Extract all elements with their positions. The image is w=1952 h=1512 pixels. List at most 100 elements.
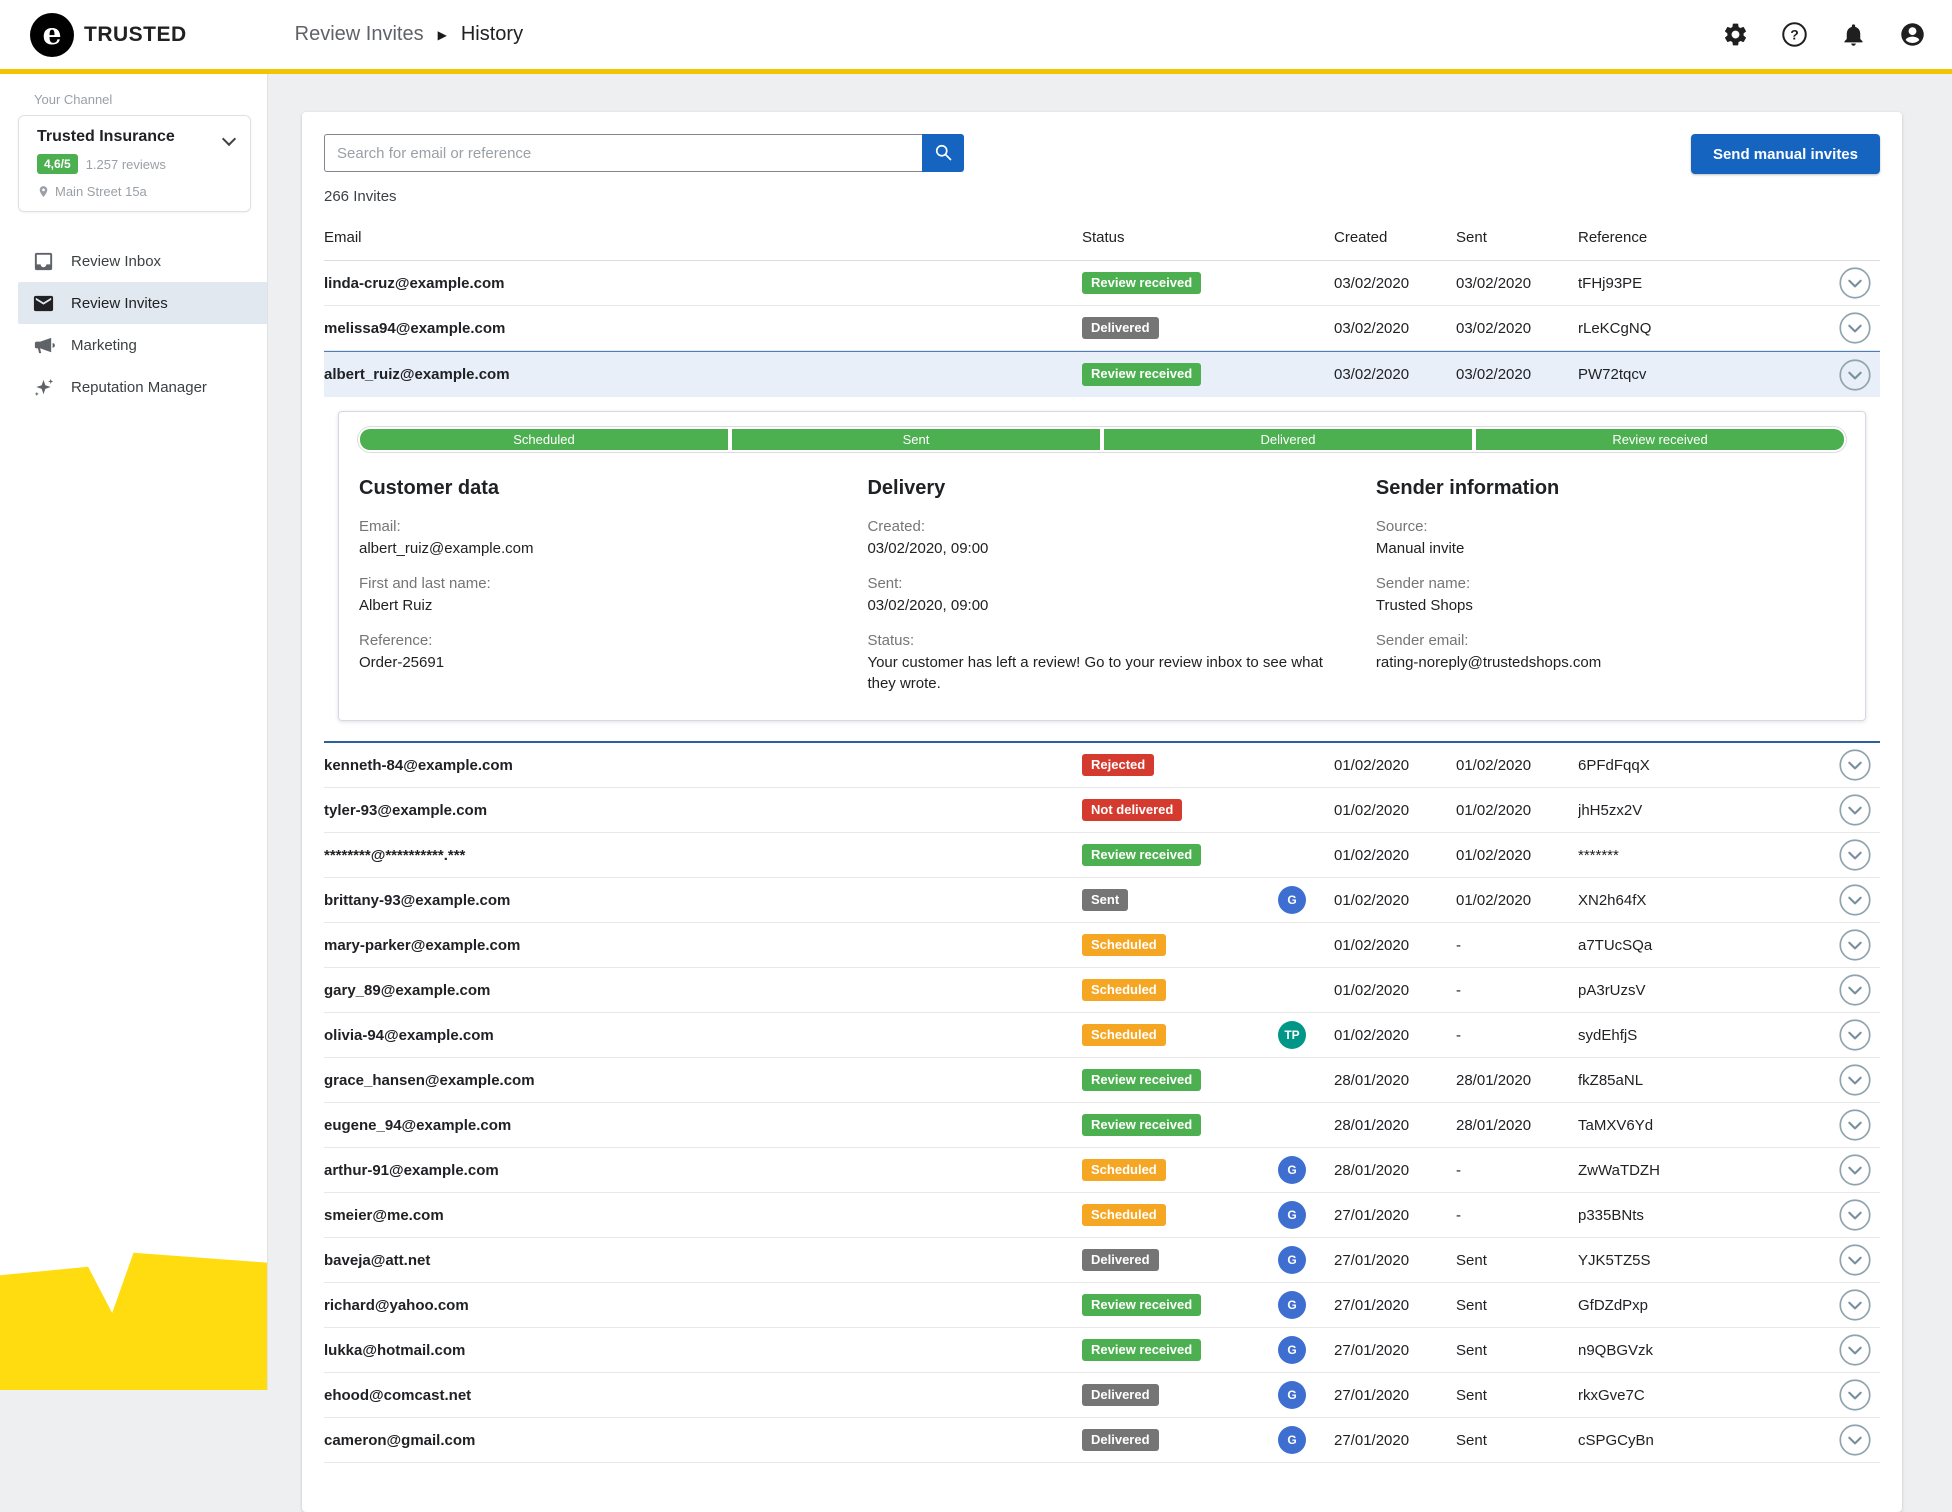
status-badge: Sent xyxy=(1082,889,1128,912)
row-created-date: 03/02/2020 xyxy=(1334,320,1456,337)
row-email: albert_ruiz@example.com xyxy=(324,366,1082,383)
column-header-email[interactable]: Email xyxy=(324,229,1082,246)
search-bar xyxy=(324,134,964,172)
table-row[interactable]: ehood@comcast.net Delivered G 27/01/2020… xyxy=(324,1373,1880,1418)
row-email: eugene_94@example.com xyxy=(324,1117,1082,1134)
field-label: Email: xyxy=(359,518,837,535)
progress-step: Review received xyxy=(1476,429,1844,450)
row-created-date: 01/02/2020 xyxy=(1334,757,1456,774)
row-email: grace_hansen@example.com xyxy=(324,1072,1082,1089)
sidebar-item-reputation-manager[interactable]: Reputation Manager xyxy=(18,366,267,408)
search-input[interactable] xyxy=(324,134,922,172)
chevron-down-circle-icon xyxy=(1838,928,1872,962)
expand-row-button[interactable] xyxy=(1838,358,1872,392)
expand-row-button[interactable] xyxy=(1838,793,1872,827)
table-row[interactable]: richard@yahoo.com Review received G 27/0… xyxy=(324,1283,1880,1328)
table-row[interactable]: olivia-94@example.com Scheduled TP 01/02… xyxy=(324,1013,1880,1058)
sync-source-badge: G xyxy=(1278,1336,1306,1364)
status-badge: Scheduled xyxy=(1082,1024,1166,1047)
sidebar-item-marketing[interactable]: Marketing xyxy=(18,324,267,366)
expand-row-button[interactable] xyxy=(1838,1378,1872,1412)
row-email: linda-cruz@example.com xyxy=(324,275,1082,292)
table-row[interactable]: melissa94@example.com Delivered 03/02/20… xyxy=(324,306,1880,351)
chevron-down-circle-icon xyxy=(1838,1153,1872,1187)
row-created-date: 27/01/2020 xyxy=(1334,1432,1456,1449)
expand-row-button[interactable] xyxy=(1838,1333,1872,1367)
expand-row-button[interactable] xyxy=(1838,1198,1872,1232)
send-manual-invites-button[interactable]: Send manual invites xyxy=(1691,134,1880,174)
table-row[interactable]: mary-parker@example.com Scheduled 01/02/… xyxy=(324,923,1880,968)
table-row[interactable]: linda-cruz@example.com Review received 0… xyxy=(324,261,1880,306)
expand-row-button[interactable] xyxy=(1838,928,1872,962)
expand-row-button[interactable] xyxy=(1838,1063,1872,1097)
help-icon[interactable]: ? xyxy=(1781,21,1808,48)
table-row[interactable]: brittany-93@example.com Sent G 01/02/202… xyxy=(324,878,1880,923)
expand-row-button[interactable] xyxy=(1838,266,1872,300)
sparkle-icon xyxy=(32,376,55,399)
detail-field: Source:Manual invite xyxy=(1376,518,1845,559)
expand-row-button[interactable] xyxy=(1838,748,1872,782)
table-row[interactable]: cameron@gmail.com Delivered G 27/01/2020… xyxy=(324,1418,1880,1463)
table-row[interactable]: grace_hansen@example.com Review received… xyxy=(324,1058,1880,1103)
sync-source-badge: G xyxy=(1278,1291,1306,1319)
row-reference: tFHj93PE xyxy=(1578,275,1824,292)
account-icon[interactable] xyxy=(1899,21,1926,48)
table-row[interactable]: kenneth-84@example.com Rejected 01/02/20… xyxy=(324,743,1880,788)
field-label: Sent: xyxy=(867,575,1345,592)
expand-row-button[interactable] xyxy=(1838,973,1872,1007)
notifications-bell-icon[interactable] xyxy=(1840,21,1867,48)
expand-row-button[interactable] xyxy=(1838,1153,1872,1187)
table-row[interactable]: eugene_94@example.com Review received 28… xyxy=(324,1103,1880,1148)
expanded-row-group: albert_ruiz@example.com Review received … xyxy=(324,351,1880,743)
status-badge: Review received xyxy=(1082,363,1201,386)
expand-row-button[interactable] xyxy=(1838,1423,1872,1457)
chevron-down-circle-icon xyxy=(1838,1018,1872,1052)
row-email: kenneth-84@example.com xyxy=(324,757,1082,774)
status-badge: Delivered xyxy=(1082,1429,1159,1452)
row-email: brittany-93@example.com xyxy=(324,892,1082,909)
expand-row-button[interactable] xyxy=(1838,1018,1872,1052)
section-title-delivery: Delivery xyxy=(867,477,1345,500)
table-row[interactable]: smeier@me.com Scheduled G 27/01/2020 - p… xyxy=(324,1193,1880,1238)
field-value: Albert Ruiz xyxy=(359,595,837,616)
column-header-reference[interactable]: Reference xyxy=(1578,229,1824,246)
table-row[interactable]: gary_89@example.com Scheduled 01/02/2020… xyxy=(324,968,1880,1013)
sidebar-item-review-invites[interactable]: Review Invites xyxy=(18,282,267,324)
row-email: cameron@gmail.com xyxy=(324,1432,1082,1449)
section-title-sender: Sender information xyxy=(1376,477,1845,500)
row-reference: 6PFdFqqX xyxy=(1578,757,1824,774)
megaphone-icon xyxy=(32,334,55,357)
row-reference: n9QBGVzk xyxy=(1578,1342,1824,1359)
expand-row-button[interactable] xyxy=(1838,1243,1872,1277)
settings-gear-icon[interactable] xyxy=(1722,21,1749,48)
expand-row-button[interactable] xyxy=(1838,1108,1872,1142)
column-header-sent[interactable]: Sent xyxy=(1456,229,1578,246)
section-title-customer: Customer data xyxy=(359,477,837,500)
field-value: Trusted Shops xyxy=(1376,595,1845,616)
field-label: Sender email: xyxy=(1376,632,1845,649)
table-header: Email Status Created Sent Reference xyxy=(324,215,1880,261)
row-created-date: 01/02/2020 xyxy=(1334,802,1456,819)
table-row[interactable]: ********@**********.*** Review received … xyxy=(324,833,1880,878)
table-row[interactable]: arthur-91@example.com Scheduled G 28/01/… xyxy=(324,1148,1880,1193)
expand-row-button[interactable] xyxy=(1838,1288,1872,1322)
channel-selector[interactable]: Trusted Insurance 4,6/5 1.257 reviews Ma… xyxy=(18,115,251,212)
table-row[interactable]: albert_ruiz@example.com Review received … xyxy=(324,352,1880,397)
trusted-shops-logo[interactable]: e TRUSTED xyxy=(30,13,187,57)
table-row[interactable]: lukka@hotmail.com Review received G 27/0… xyxy=(324,1328,1880,1373)
table-row[interactable]: tyler-93@example.com Not delivered 01/02… xyxy=(324,788,1880,833)
column-header-created[interactable]: Created xyxy=(1334,229,1456,246)
sidebar-item-review-inbox[interactable]: Review Inbox xyxy=(18,240,267,282)
location-pin-icon xyxy=(37,185,50,198)
search-button[interactable] xyxy=(922,134,964,172)
detail-field: Email:albert_ruiz@example.com xyxy=(359,518,837,559)
expand-row-button[interactable] xyxy=(1838,311,1872,345)
breadcrumb-section[interactable]: Review Invites xyxy=(295,23,424,46)
expand-row-button[interactable] xyxy=(1838,838,1872,872)
table-row[interactable]: baveja@att.net Delivered G 27/01/2020 Se… xyxy=(324,1238,1880,1283)
expand-row-button[interactable] xyxy=(1838,883,1872,917)
breadcrumb-page: History xyxy=(461,23,523,46)
row-reference: a7TUcSQa xyxy=(1578,937,1824,954)
column-header-status[interactable]: Status xyxy=(1082,229,1278,246)
row-sent-date: Sent xyxy=(1456,1387,1578,1404)
